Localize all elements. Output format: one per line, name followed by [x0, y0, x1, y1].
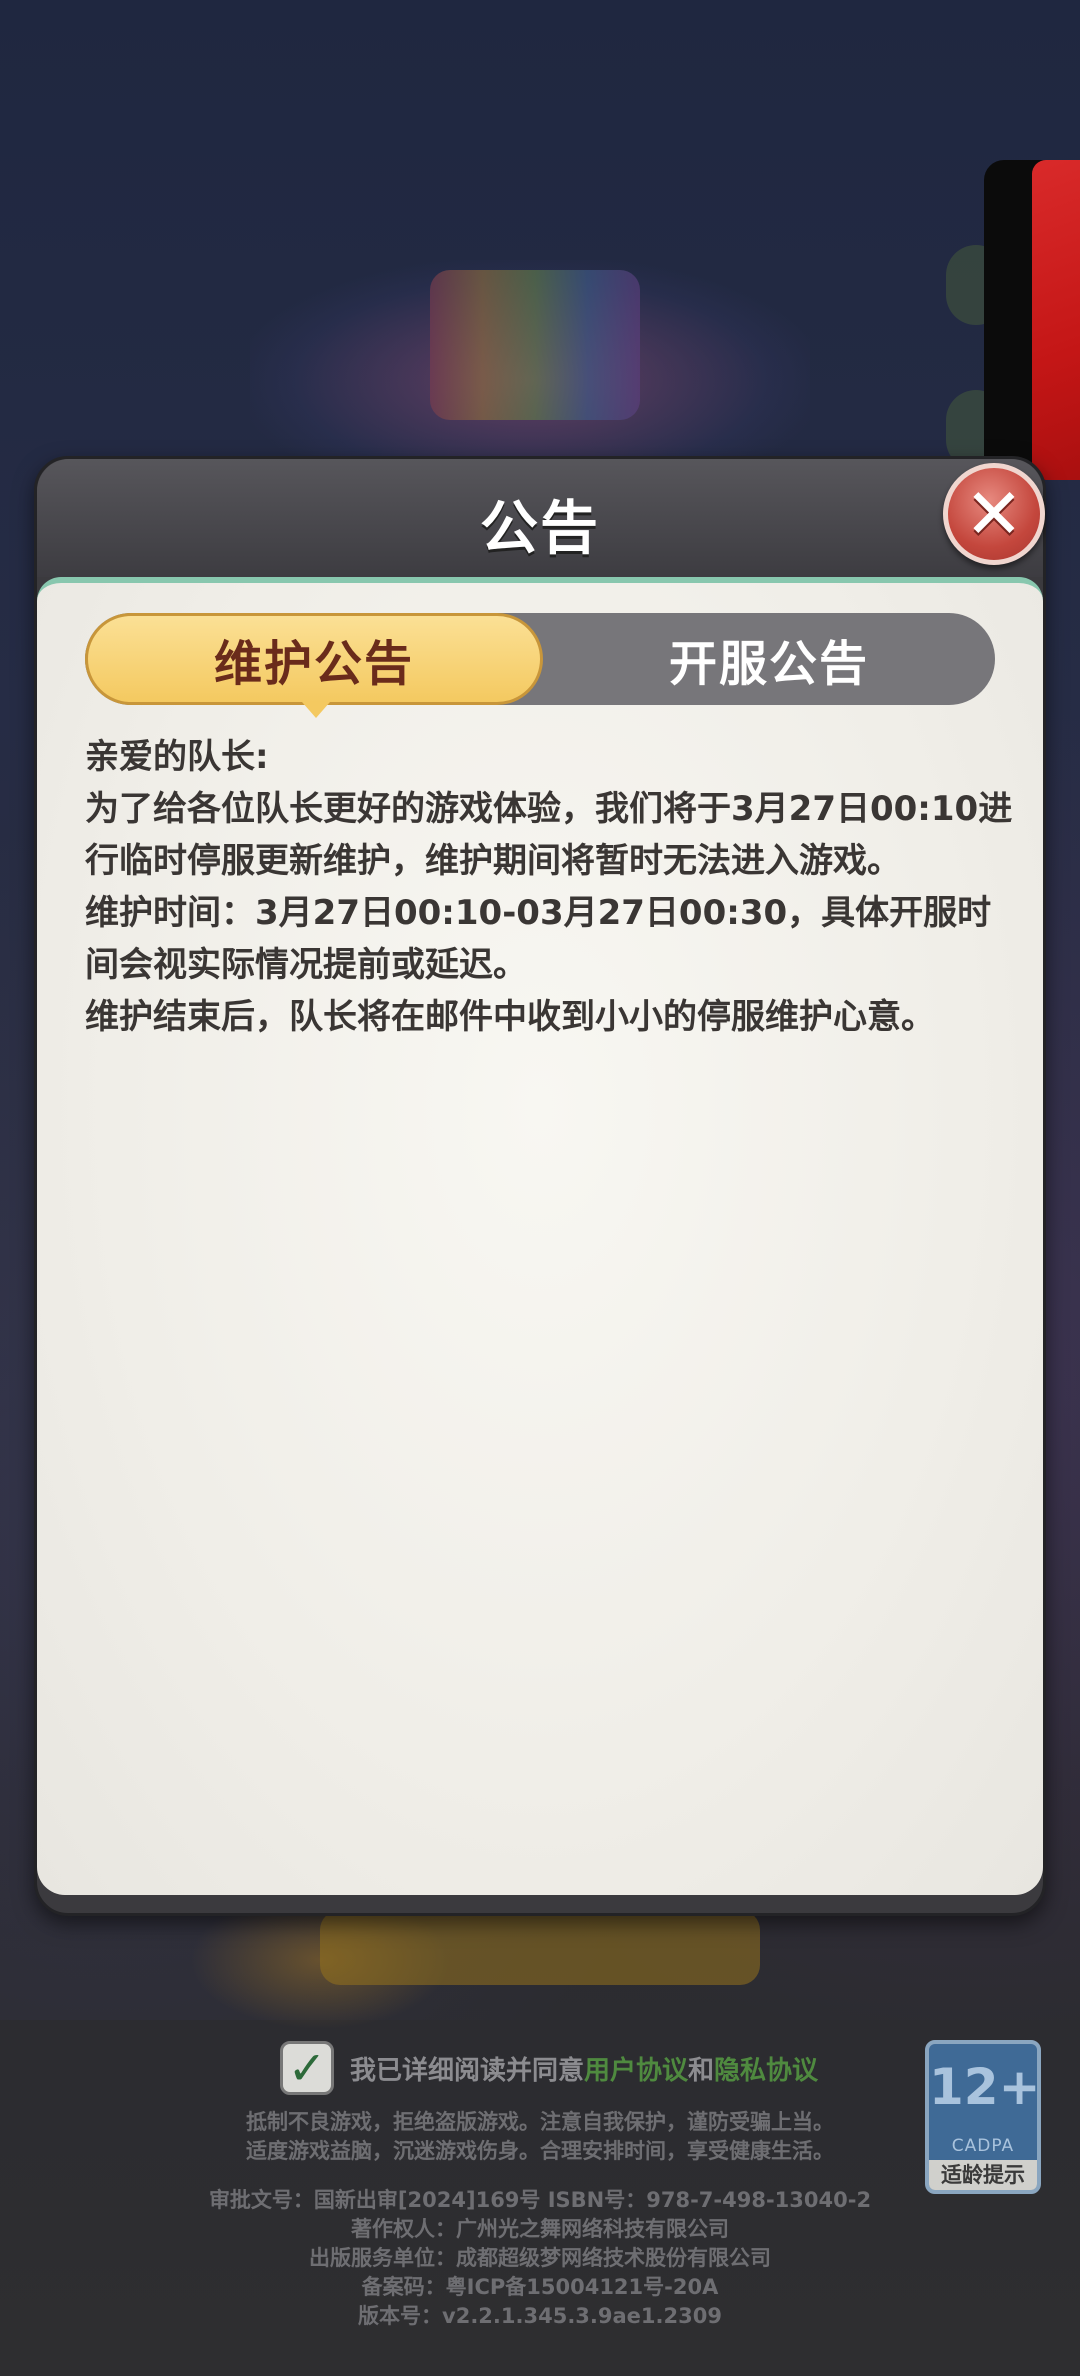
tab-server-open[interactable]: 开服公告: [543, 613, 995, 705]
announcement-dialog: 公告 ✕ 维护公告 开服公告 亲爱的队长: 为了给各位队长更好的游戏体验，我们将…: [34, 456, 1046, 1916]
approval-number: 审批文号：国新出审[2024]169号 ISBN号：978-7-498-1304…: [208, 2188, 872, 2212]
publisher: 出版服务单位：成都超级梦网络技术股份有限公司: [309, 2246, 771, 2270]
announcement-greeting: 亲爱的队长:: [85, 737, 269, 777]
user-agreement-link[interactable]: 用户协议: [584, 2056, 688, 2086]
copyright-holder: 著作权人：广州光之舞网络科技有限公司: [351, 2217, 729, 2241]
close-button[interactable]: ✕: [943, 463, 1045, 565]
health-notice-line: 抵制不良游戏，拒绝盗版游戏。注意自我保护，谨防受骗上当。: [246, 2110, 834, 2134]
side-banner[interactable]: [984, 160, 1080, 480]
dialog-header: 公告: [37, 459, 1043, 577]
icp-number: 备案码：粤ICP备15004121号-20A: [361, 2275, 719, 2299]
announcement-paragraph: 维护时间：3月27日00:10-03月27日00:30，具体开服时间会视实际情况…: [85, 893, 992, 985]
announcement-tabs: 维护公告 开服公告: [85, 613, 995, 718]
checkmark-icon: ✓: [287, 2041, 327, 2095]
agreement-checkbox[interactable]: ✓: [280, 2041, 334, 2095]
version-number: 版本号：v2.2.1.345.3.9ae1.2309: [358, 2304, 722, 2328]
start-game-button: [320, 1910, 760, 1985]
announcement-paragraph: 维护结束后，队长将在邮件中收到小小的停服维护心意。: [85, 997, 935, 1037]
agreement-and: 和: [688, 2055, 715, 2086]
agreement-text: 我已详细阅读并同意用户协议和隐私协议: [350, 2050, 818, 2087]
agreement-row: ✓ 我已详细阅读并同意用户协议和隐私协议: [280, 2040, 818, 2096]
footer-info: 抵制不良游戏，拒绝盗版游戏。注意自我保护，谨防受骗上当。 适度游戏益脑，沉迷游戏…: [0, 2108, 1080, 2331]
privacy-agreement-link[interactable]: 隐私协议: [714, 2056, 818, 2086]
tab-maintenance[interactable]: 维护公告: [85, 613, 543, 718]
health-notice-line: 适度游戏益脑，沉迷游戏伤身。合理安排时间，享受健康生活。: [246, 2139, 834, 2163]
logo-rainbow: [430, 270, 640, 420]
announcement-paragraph: 为了给各位队长更好的游戏体验，我们将于3月27日00:10进行临时停服更新维护，…: [85, 789, 1013, 881]
dialog-title: 公告: [479, 494, 600, 562]
agreement-prefix: 我已详细阅读并同意: [350, 2055, 585, 2086]
dialog-body: 维护公告 开服公告 亲爱的队长: 为了给各位队长更好的游戏体验，我们将于3月27…: [37, 577, 1043, 1895]
close-icon: ✕: [964, 473, 1024, 555]
announcement-content: 亲爱的队长: 为了给各位队长更好的游戏体验，我们将于3月27日00:10进行临时…: [85, 731, 1015, 1043]
